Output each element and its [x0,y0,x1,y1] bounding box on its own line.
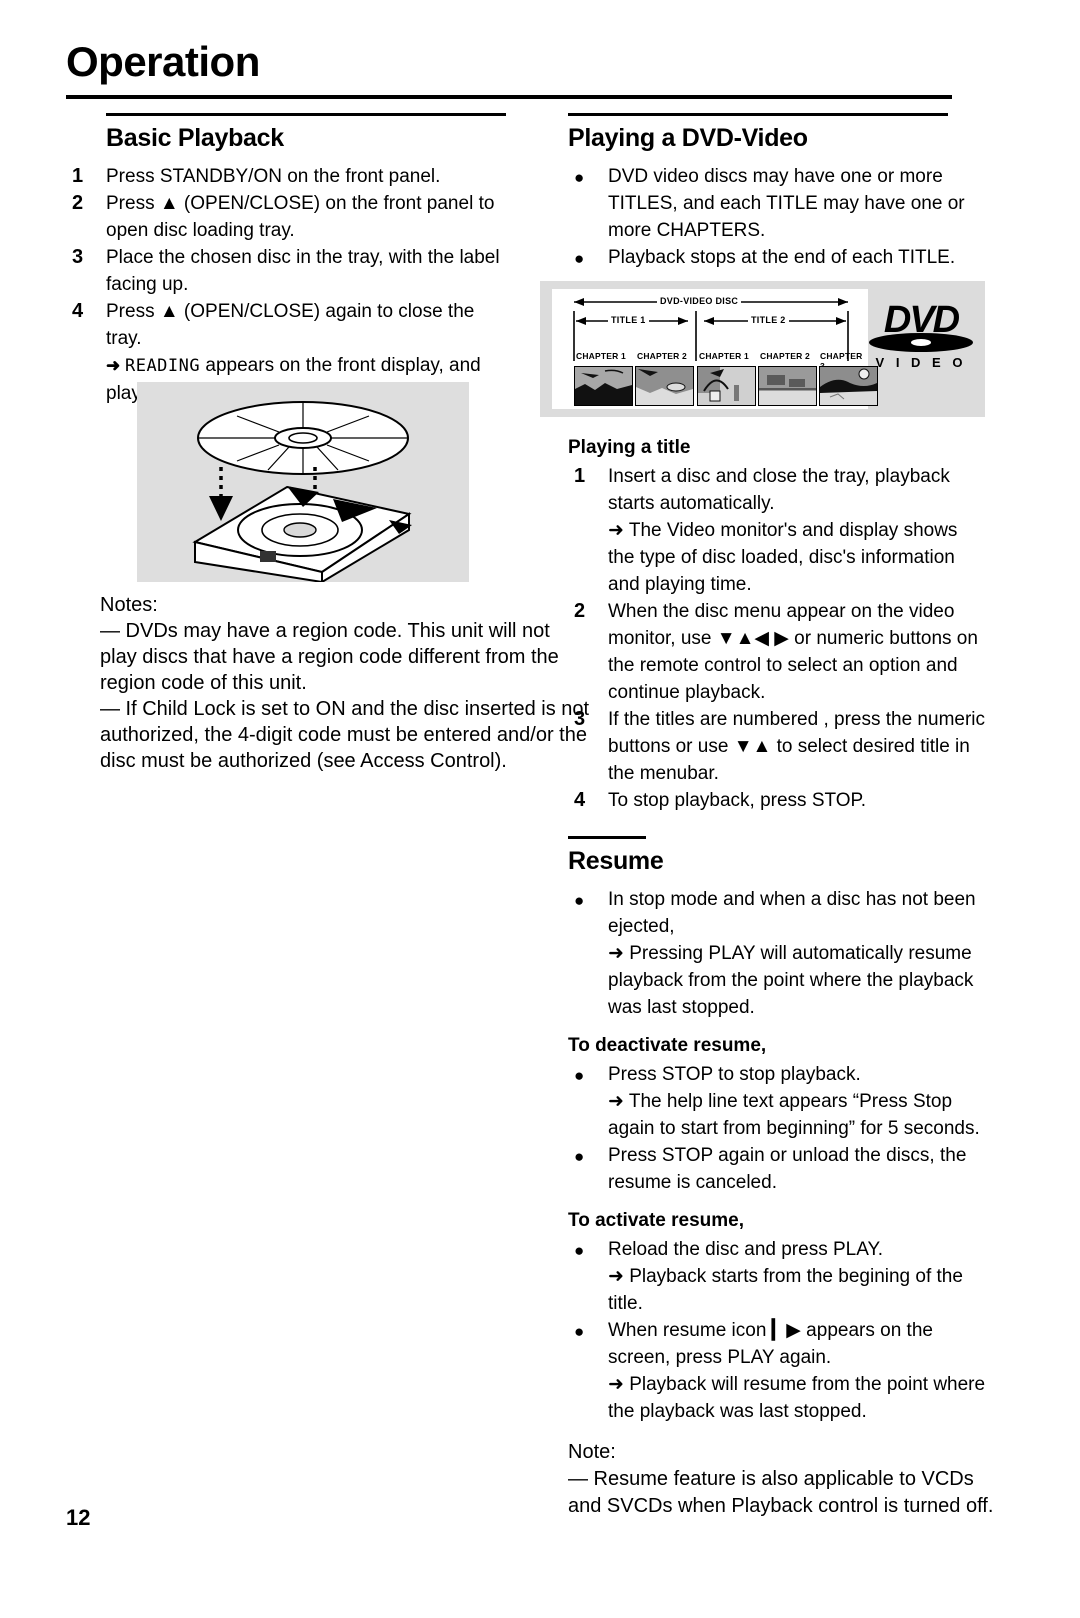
page-title: Operation [66,38,260,85]
diagram-label-chapter: CHAPTER 1 [576,351,626,361]
diagram-label-title-2: TITLE 2 [748,315,789,325]
step-text: To stop playback, press STOP. [608,790,867,811]
step-text: Press ▲ (OPEN/CLOSE) on the front panel … [106,193,495,241]
bullet-text: Press STOP again or unload the discs, th… [608,1145,967,1193]
disc-tray-svg [192,401,412,584]
dvd-logo-disc-shape [869,333,973,352]
note-item: — DVDs may have a region code. This unit… [100,620,559,694]
chapter-thumbnail [819,366,878,406]
step-text: When the disc menu appear on the video m… [608,601,978,703]
note-heading: Note: [568,1441,616,1463]
thumb-art [698,367,755,405]
thumb-art [575,367,632,405]
bullet-icon: ● [574,1066,585,1085]
list-item: 2 When the disc menu appear on the video… [568,598,988,706]
note-item: — If Child Lock is set to ON and the dis… [100,698,590,772]
chapter-thumbnail [635,366,694,406]
note-text: — Resume feature is also applicable to V… [568,1468,994,1517]
list-item: 3 If the titles are numbered , press the… [568,706,988,787]
bullet-icon: ● [574,891,585,910]
diagram-label-chapter: CHAPTER 1 [699,351,749,361]
list-item: ● When resume icon ▎▶ appears on the scr… [568,1317,988,1425]
disc-tray-illustration [137,382,469,584]
header-divider [66,95,952,99]
manual-page: Operation Basic Playback 1 Press STANDBY… [0,0,1080,1618]
dvd-video-disc-diagram: DVD-VIDEO DISC TITLE 1 TITLE 2 CHAPTER 1… [540,281,985,417]
list-item: 1 Insert a disc and close the tray, play… [568,463,988,598]
bullet-icon: ● [574,249,585,268]
section-title-basic-playback: Basic Playback [106,124,284,152]
step-number: 1 [72,165,84,187]
list-item: 2 Press ▲ (OPEN/CLOSE) on the front pane… [66,190,511,244]
step-arrow-note: ➜ The Video monitor's and display shows … [608,520,958,595]
list-item: 1 Press STANDBY/ON on the front panel. [66,163,511,190]
bullet-icon: ● [574,168,585,187]
section-title-playing-dvd-video: Playing a DVD-Video [568,124,808,152]
chapter-thumbnail [574,366,633,406]
step-number: 3 [72,246,84,268]
list-item: ● Press STOP to stop playback. ➜ The hel… [568,1061,988,1142]
diagram-label-chapter: CHAPTER 2 [637,351,687,361]
front-display-text: READING [124,356,201,376]
left-column: Basic Playback 1 Press STANDBY/ON on the… [66,113,511,407]
list-item: 3 Place the chosen disc in the tray, wit… [66,244,511,298]
step-text: Press STANDBY/ON on the front panel. [106,166,441,187]
chapter-thumbnail [758,366,817,406]
bullet-text: When resume icon ▎▶ appears on the scree… [608,1320,933,1368]
diagram-label-chapter: CHAPTER 2 [760,351,810,361]
step-text: Place the chosen disc in the tray, with … [106,247,500,295]
thumb-art [636,367,693,405]
dvd-video-logo: DVD V I D E O [867,299,975,370]
list-item: ● Playback stops at the end of each TITL… [568,244,988,271]
subsection-playing-a-title: Playing a title [568,437,691,458]
diagram-label-disc: DVD-VIDEO DISC [657,296,742,306]
note-block: Note: — Resume feature is also applicabl… [568,1439,998,1520]
bullet-arrow-note: ➜ Playback will resume from the point wh… [608,1374,986,1422]
list-item: ● In stop mode and when a disc has not b… [568,886,988,1021]
step-number: 4 [574,789,586,811]
list-item: ● Reload the disc and press PLAY. ➜ Play… [568,1236,988,1317]
bullet-icon: ● [574,1147,585,1166]
bullet-text: Playback stops at the end of each TITLE. [608,247,956,268]
thumb-art [820,367,877,405]
list-item: ● Press STOP again or unload the discs, … [568,1142,988,1196]
diagram-inner-panel: DVD-VIDEO DISC TITLE 1 TITLE 2 CHAPTER 1… [552,289,878,409]
list-item: ● DVD video discs may have one or more T… [568,163,988,244]
arrow-icon: ➜ [106,356,125,375]
subsection-deactivate-resume: To deactivate resume, [568,1035,767,1056]
resume-rule [568,836,646,839]
bullet-arrow-note: ➜ The help line text appears “Press Stop… [608,1091,980,1139]
step-text: If the titles are numbered , press the n… [608,709,986,784]
bullet-text: DVD video discs may have one or more TIT… [608,166,965,241]
bullet-arrow-note: ➜ Playback starts from the begining of t… [608,1266,963,1314]
thumb-art [759,367,816,405]
bullet-icon: ● [574,1322,585,1341]
diagram-label-title-1: TITLE 1 [608,315,649,325]
step-text: Insert a disc and close the tray, playba… [608,466,950,514]
step-number: 1 [574,465,586,487]
section-title-resume: Resume [568,847,664,875]
step-text: Press ▲ (OPEN/CLOSE) again to close the … [106,301,475,349]
notes-heading: Notes: [100,594,158,616]
bullet-icon: ● [574,1241,585,1260]
page-number: 12 [66,1505,91,1530]
dvd-logo-word: DVD [883,299,960,341]
bullet-text: In stop mode and when a disc has not bee… [608,889,976,937]
playing-dvd-video-rule [568,113,948,116]
step-number: 4 [72,300,84,322]
step-number: 2 [72,192,84,214]
bullet-text: Press STOP to stop playback. [608,1064,861,1085]
bullet-arrow-note: ➜ Pressing PLAY will automatically resum… [608,943,974,1018]
list-item: 4 To stop playback, press STOP. [568,787,988,814]
bullet-text: Reload the disc and press PLAY. [608,1239,883,1260]
dvd-logo-subtext: V I D E O [875,355,967,370]
subsection-activate-resume: To activate resume, [568,1210,745,1231]
basic-playback-rule [106,113,506,116]
notes-block: Notes: — DVDs may have a region code. Th… [100,592,592,774]
chapter-thumbnail [697,366,756,406]
